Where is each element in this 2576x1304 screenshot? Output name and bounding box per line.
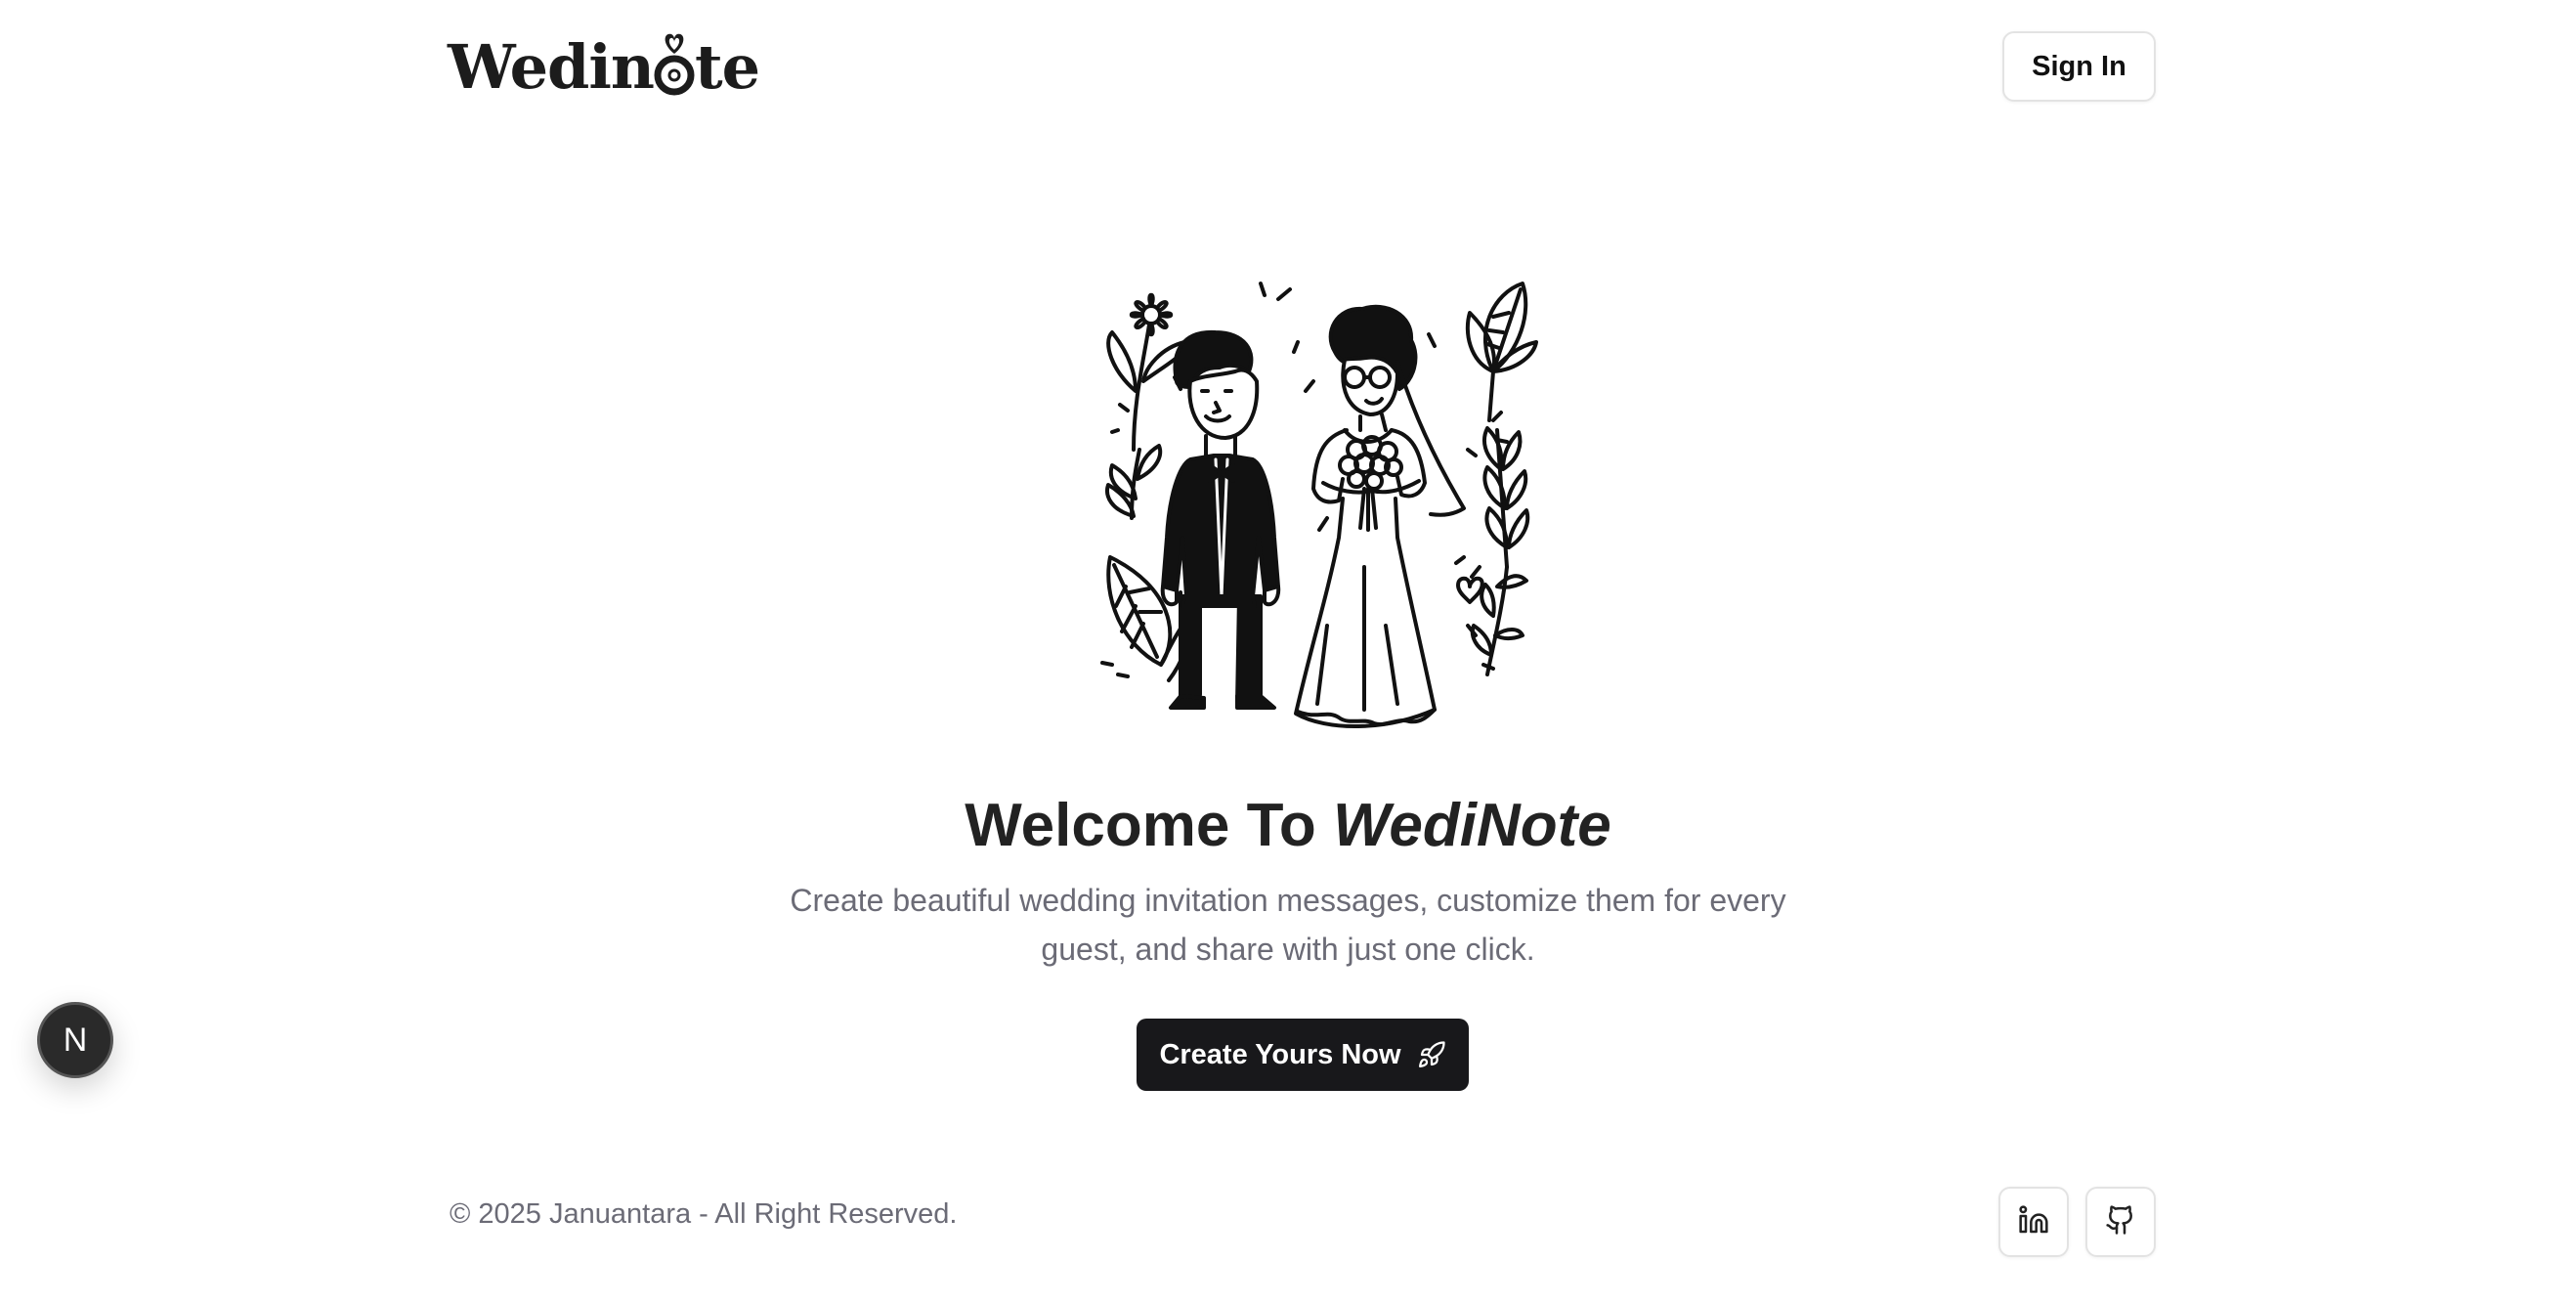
footer-copyright: © 2025 Januantara - All Right Reserved.: [450, 1198, 958, 1230]
cta-label: Create Yours Now: [1159, 1038, 1401, 1070]
leaf-icon: [1105, 444, 1163, 520]
landing-page: Wedin te Sign In Welcome To WediNote Cre…: [0, 0, 2576, 1304]
nextjs-dev-badge[interactable]: N: [37, 1002, 113, 1078]
bride-and-groom-illustration: [1034, 274, 1562, 733]
hero-title-brand: WediNote: [1332, 792, 1611, 859]
leaf-icon: [1456, 282, 1538, 676]
bride-figure: [1294, 304, 1466, 729]
ring-heart-logo-icon: [652, 28, 697, 97]
logo-text-prefix: Wedin: [448, 30, 655, 103]
hero-title: Welcome To WediNote: [0, 782, 2576, 870]
create-yours-now-button[interactable]: Create Yours Now: [1137, 1019, 1469, 1091]
logo-text-suffix: te: [695, 30, 760, 103]
nextjs-icon: N: [63, 1021, 88, 1059]
github-button[interactable]: [2085, 1187, 2156, 1257]
sign-in-button[interactable]: Sign In: [2002, 31, 2156, 102]
hero-title-plain: Welcome To: [965, 792, 1333, 859]
rocket-icon: [1417, 1040, 1446, 1069]
linkedin-button[interactable]: [1998, 1187, 2069, 1257]
hero-subtitle: Create beautiful wedding invitation mess…: [790, 883, 1786, 967]
wedinote-logo[interactable]: Wedin te: [448, 27, 760, 106]
linkedin-icon: [2018, 1204, 2049, 1240]
github-icon: [2105, 1204, 2136, 1240]
